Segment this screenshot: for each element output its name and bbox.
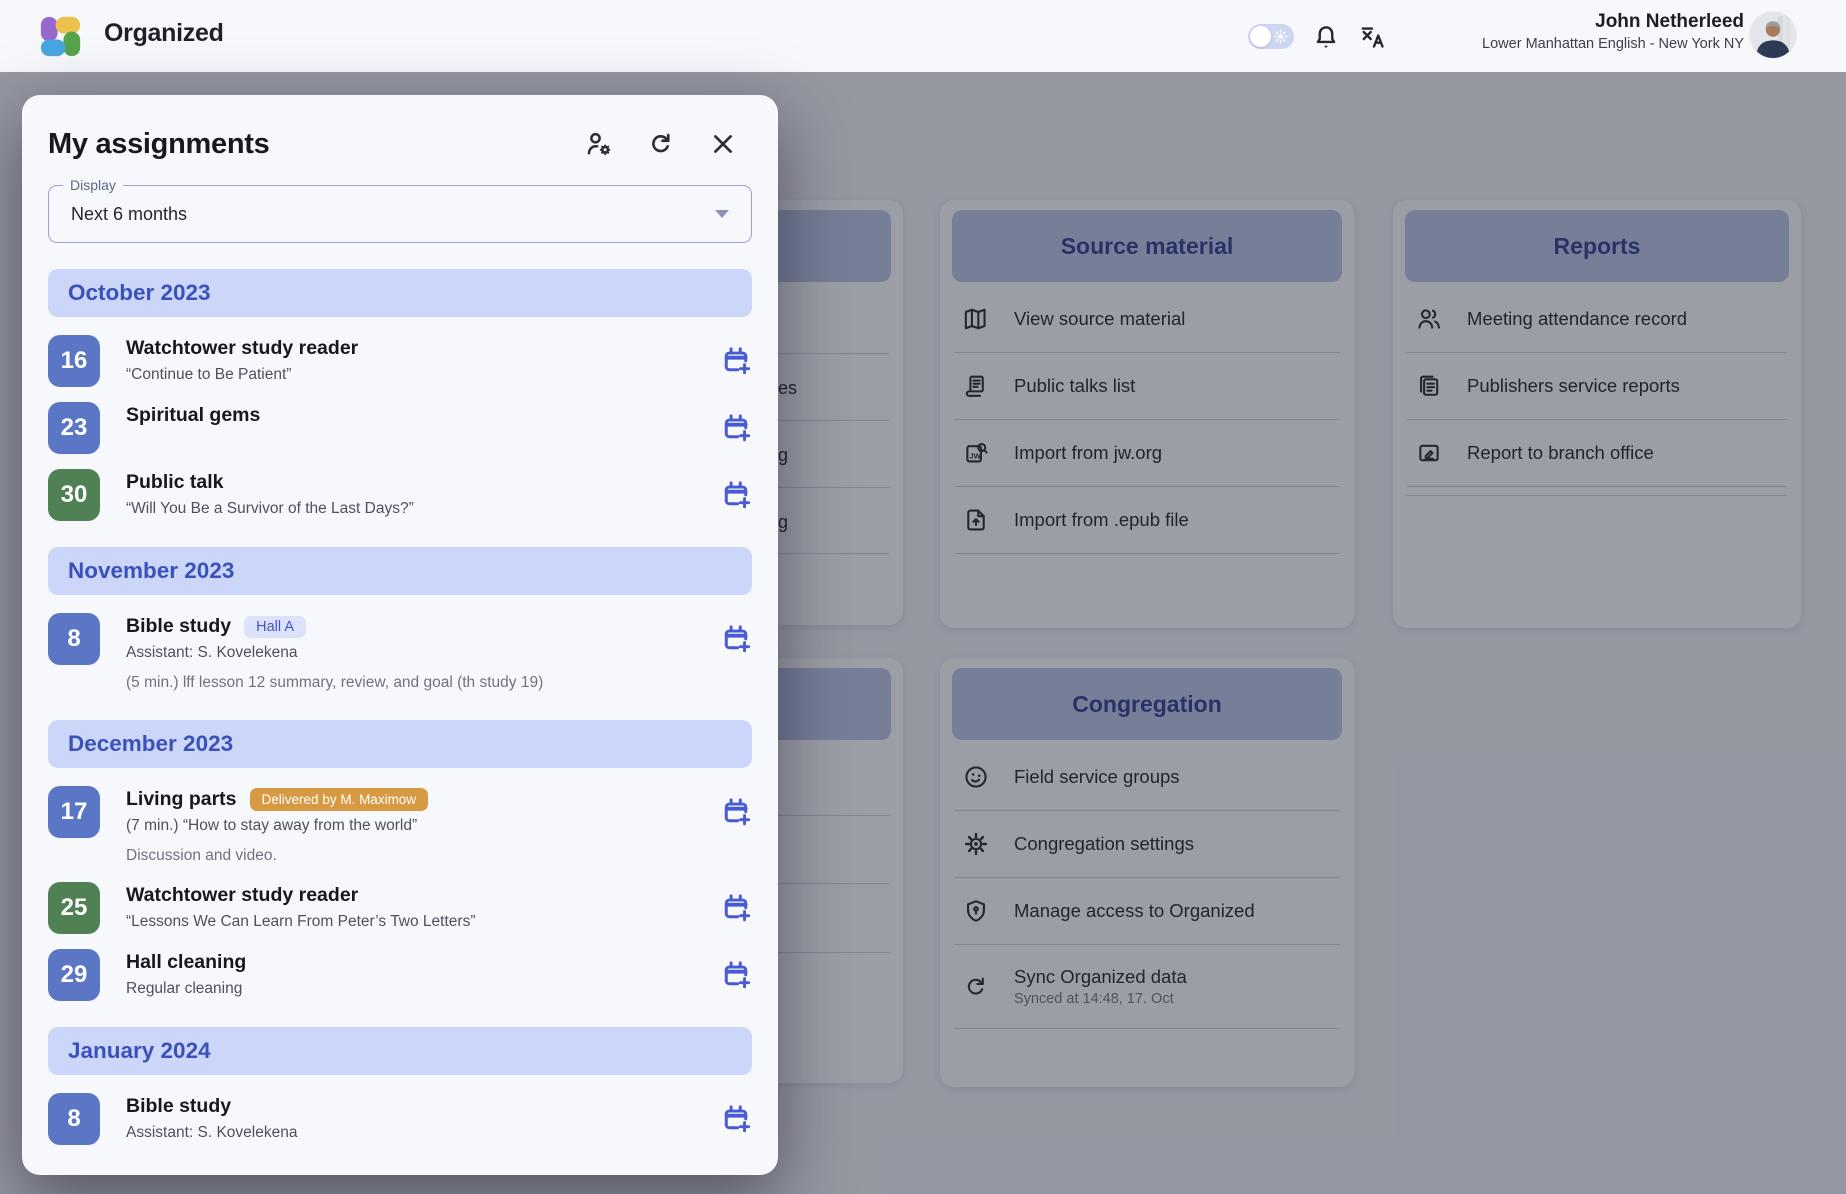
month-banner: November 2023 xyxy=(48,547,752,595)
avatar[interactable] xyxy=(1750,12,1796,58)
close-icon xyxy=(709,130,737,158)
assignment-settings-button[interactable] xyxy=(582,127,616,161)
month-banner: October 2023 xyxy=(48,269,752,317)
assignment-row: 23 Spiritual gems xyxy=(48,402,752,454)
calendar-add-icon xyxy=(720,344,752,376)
date-badge: 17 xyxy=(48,786,100,838)
assignment-title: Watchtower study reader xyxy=(126,884,358,907)
modal-body: Display Next 6 months October 2023 16 Watc… xyxy=(22,165,778,1175)
add-to-calendar-button[interactable] xyxy=(720,891,752,923)
refresh-icon xyxy=(646,129,676,159)
app-logo-icon xyxy=(33,9,88,64)
assignment-title: Living parts xyxy=(126,788,237,811)
modal-title: My assignments xyxy=(48,128,582,161)
assignment-title: Watchtower study reader xyxy=(126,337,358,360)
date-badge: 8 xyxy=(48,613,100,665)
date-badge: 16 xyxy=(48,335,100,387)
assignment-subtitle: “Will You Be a Survivor of the Last Days… xyxy=(126,499,720,520)
calendar-add-icon xyxy=(720,478,752,510)
assignment-subtitle: Regular cleaning xyxy=(126,979,720,1000)
date-badge: 30 xyxy=(48,469,100,521)
month-banner: December 2023 xyxy=(48,720,752,768)
date-badge: 23 xyxy=(48,402,100,454)
sun-icon xyxy=(1272,28,1289,45)
assignment-subtitle: (7 min.) “How to stay away from the worl… xyxy=(126,816,720,837)
modal-header: My assignments xyxy=(22,95,778,165)
assignment-row: 8 Bible study Assistant: S. Kovelekena xyxy=(48,1093,752,1145)
assignment-title: Public talk xyxy=(126,471,224,494)
add-to-calendar-button[interactable] xyxy=(720,344,752,376)
theme-toggle[interactable] xyxy=(1248,24,1294,49)
date-badge: 25 xyxy=(48,882,100,934)
assignment-row: 30 Public talk “Will You Be a Survivor of … xyxy=(48,469,752,521)
display-select-value: Next 6 months xyxy=(71,204,715,225)
assignment-title: Spiritual gems xyxy=(126,404,260,427)
display-select-label: Display xyxy=(63,177,123,193)
assignments-list: October 2023 16 Watchtower study reader “Co… xyxy=(48,269,752,1145)
assignment-subtitle: Assistant: S. Kovelekena xyxy=(126,1123,720,1144)
assignment-subtitle: “Lessons We Can Learn From Peter’s Two L… xyxy=(126,912,720,933)
calendar-add-icon xyxy=(720,958,752,990)
close-modal-button[interactable] xyxy=(706,127,740,161)
assignment-row: 25 Watchtower study reader “Lessons We Can… xyxy=(48,882,752,934)
assignment-row: 8 Bible study Hall A Assistant: S. Koveleke… xyxy=(48,613,752,694)
add-to-calendar-button[interactable] xyxy=(720,795,752,827)
add-to-calendar-button[interactable] xyxy=(720,478,752,510)
assignment-subtitle: Assistant: S. Kovelekena xyxy=(126,643,720,664)
month-banner: January 2024 xyxy=(48,1027,752,1075)
assignment-row: 17 Living parts Delivered by M. Maximow (7 … xyxy=(48,786,752,867)
calendar-add-icon xyxy=(720,411,752,443)
calendar-add-icon xyxy=(720,1102,752,1134)
add-to-calendar-button[interactable] xyxy=(720,1102,752,1134)
toggle-knob xyxy=(1250,26,1271,47)
calendar-add-icon xyxy=(720,891,752,923)
person-gear-icon xyxy=(584,129,614,159)
calendar-add-icon xyxy=(720,795,752,827)
user-congregation: Lower Manhattan English - New York NY xyxy=(1482,36,1744,52)
bell-icon xyxy=(1311,22,1341,52)
assignment-detailtitle: (5 min.) lff lesson 12 summary, review, … xyxy=(126,673,720,694)
my-assignments-modal: My assignments xyxy=(22,95,778,1175)
assignment-row: 16 Watchtower study reader “Continue to Be… xyxy=(48,335,752,387)
notifications-button[interactable] xyxy=(1310,21,1342,53)
user-name: John Netherleed xyxy=(1482,11,1744,33)
hall-chip: Hall A xyxy=(244,616,306,638)
translate-icon xyxy=(1357,22,1389,52)
refresh-assignments-button[interactable] xyxy=(644,127,678,161)
user-menu[interactable]: John Netherleed Lower Manhattan English … xyxy=(1482,11,1744,52)
assignment-detailtitle: Discussion and video. xyxy=(126,846,720,867)
app-title: Organized xyxy=(104,19,224,48)
delivered-badge: Delivered by M. Maximow xyxy=(250,788,429,811)
display-select[interactable]: Display Next 6 months xyxy=(48,185,752,243)
assignment-title: Hall cleaning xyxy=(126,951,246,974)
date-badge: 8 xyxy=(48,1093,100,1145)
assignment-title: Bible study xyxy=(126,615,231,638)
add-to-calendar-button[interactable] xyxy=(720,622,752,654)
assignment-title: Bible study xyxy=(126,1095,231,1118)
assignment-row: 29 Hall cleaning Regular cleaning xyxy=(48,949,752,1001)
calendar-add-icon xyxy=(720,622,752,654)
assignment-subtitle: “Continue to Be Patient” xyxy=(126,365,720,386)
language-button[interactable] xyxy=(1356,21,1390,53)
app-header: Organized John Netherleed L xyxy=(0,0,1846,72)
chevron-down-icon xyxy=(715,210,729,218)
add-to-calendar-button[interactable] xyxy=(720,411,752,443)
date-badge: 29 xyxy=(48,949,100,1001)
add-to-calendar-button[interactable] xyxy=(720,958,752,990)
